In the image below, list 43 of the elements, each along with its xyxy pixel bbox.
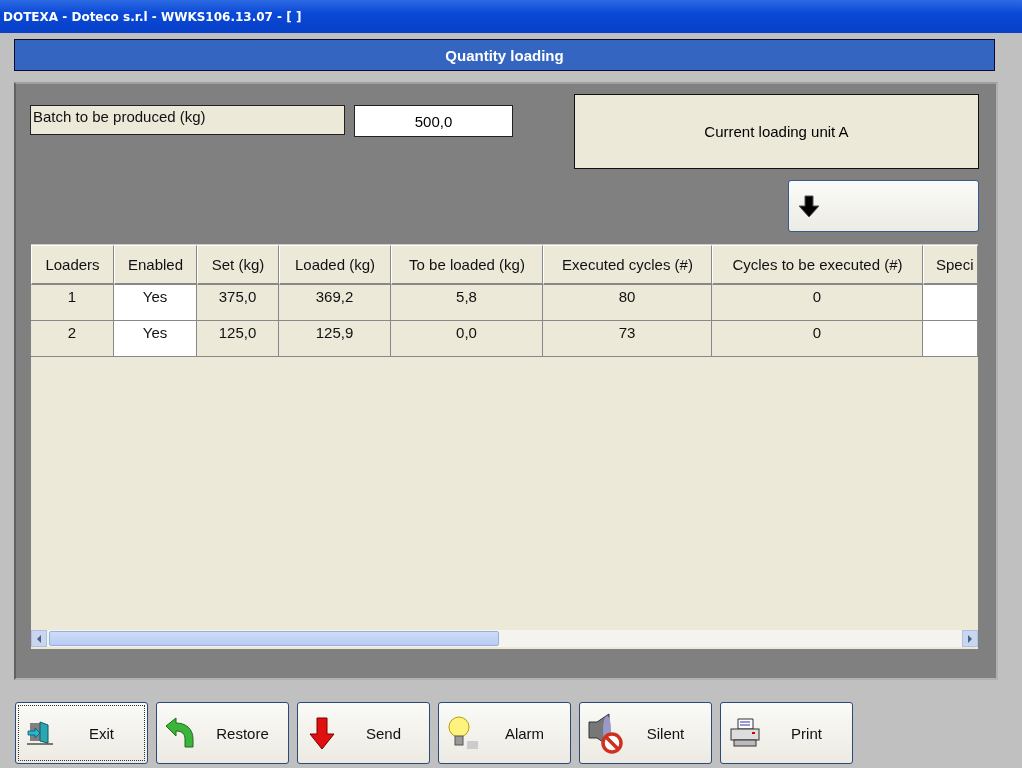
table-cell: 375,0	[197, 285, 279, 321]
table-cell: 0	[712, 321, 923, 357]
column-header[interactable]: To be loaded (kg)	[391, 245, 543, 285]
down-button[interactable]	[788, 180, 979, 232]
table-cell: 73	[543, 321, 712, 357]
table-cell: 1	[31, 285, 114, 321]
table-cell: 2	[31, 321, 114, 357]
table-cell: 125,0	[197, 321, 279, 357]
table-cell: 0	[712, 285, 923, 321]
toolbar-button[interactable]: Print	[720, 702, 853, 764]
toolbar-button[interactable]: Restore	[156, 702, 289, 764]
scrollbar-thumb[interactable]	[49, 631, 499, 646]
table-cell[interactable]	[923, 285, 978, 321]
column-header[interactable]: Speci	[923, 245, 978, 285]
table-cell[interactable]: Yes	[114, 321, 197, 357]
table-cell[interactable]: Yes	[114, 285, 197, 321]
header-title: Quantity loading	[445, 46, 564, 64]
column-header[interactable]: Loaded (kg)	[279, 245, 391, 285]
right-arrow-icon	[967, 634, 973, 643]
column-header[interactable]: Executed cycles (#)	[543, 245, 712, 285]
scroll-right-button[interactable]	[962, 630, 978, 647]
column-header[interactable]: Set (kg)	[197, 245, 279, 285]
table-cell: 125,9	[279, 321, 391, 357]
batch-value-field[interactable]: 500,0	[354, 105, 513, 137]
down-arrow-icon	[797, 194, 821, 218]
column-header[interactable]: Loaders	[31, 245, 114, 285]
toolbar-button[interactable]: Exit	[15, 702, 148, 764]
column-header[interactable]: Enabled	[114, 245, 197, 285]
column-header[interactable]: Cycles to be executed (#)	[712, 245, 923, 285]
toolbar-button[interactable]: Alarm	[438, 702, 571, 764]
table-cell: 5,8	[391, 285, 543, 321]
table-cell[interactable]	[923, 321, 978, 357]
batch-label: Batch to be produced (kg)	[30, 105, 345, 135]
toolbar-button[interactable]: Send	[297, 702, 430, 764]
table-cell: 0,0	[391, 321, 543, 357]
left-arrow-icon	[36, 634, 42, 643]
current-unit-label: Current loading unit A	[574, 94, 979, 169]
scroll-left-button[interactable]	[31, 630, 47, 647]
window-title: DOTEXA - Doteco s.r.l - WWKS106.13.07 - [ ]	[3, 9, 302, 24]
horizontal-scrollbar[interactable]	[31, 630, 978, 647]
toolbar-button[interactable]: Silent	[579, 702, 712, 764]
table-cell: 80	[543, 285, 712, 321]
table-cell: 369,2	[279, 285, 391, 321]
